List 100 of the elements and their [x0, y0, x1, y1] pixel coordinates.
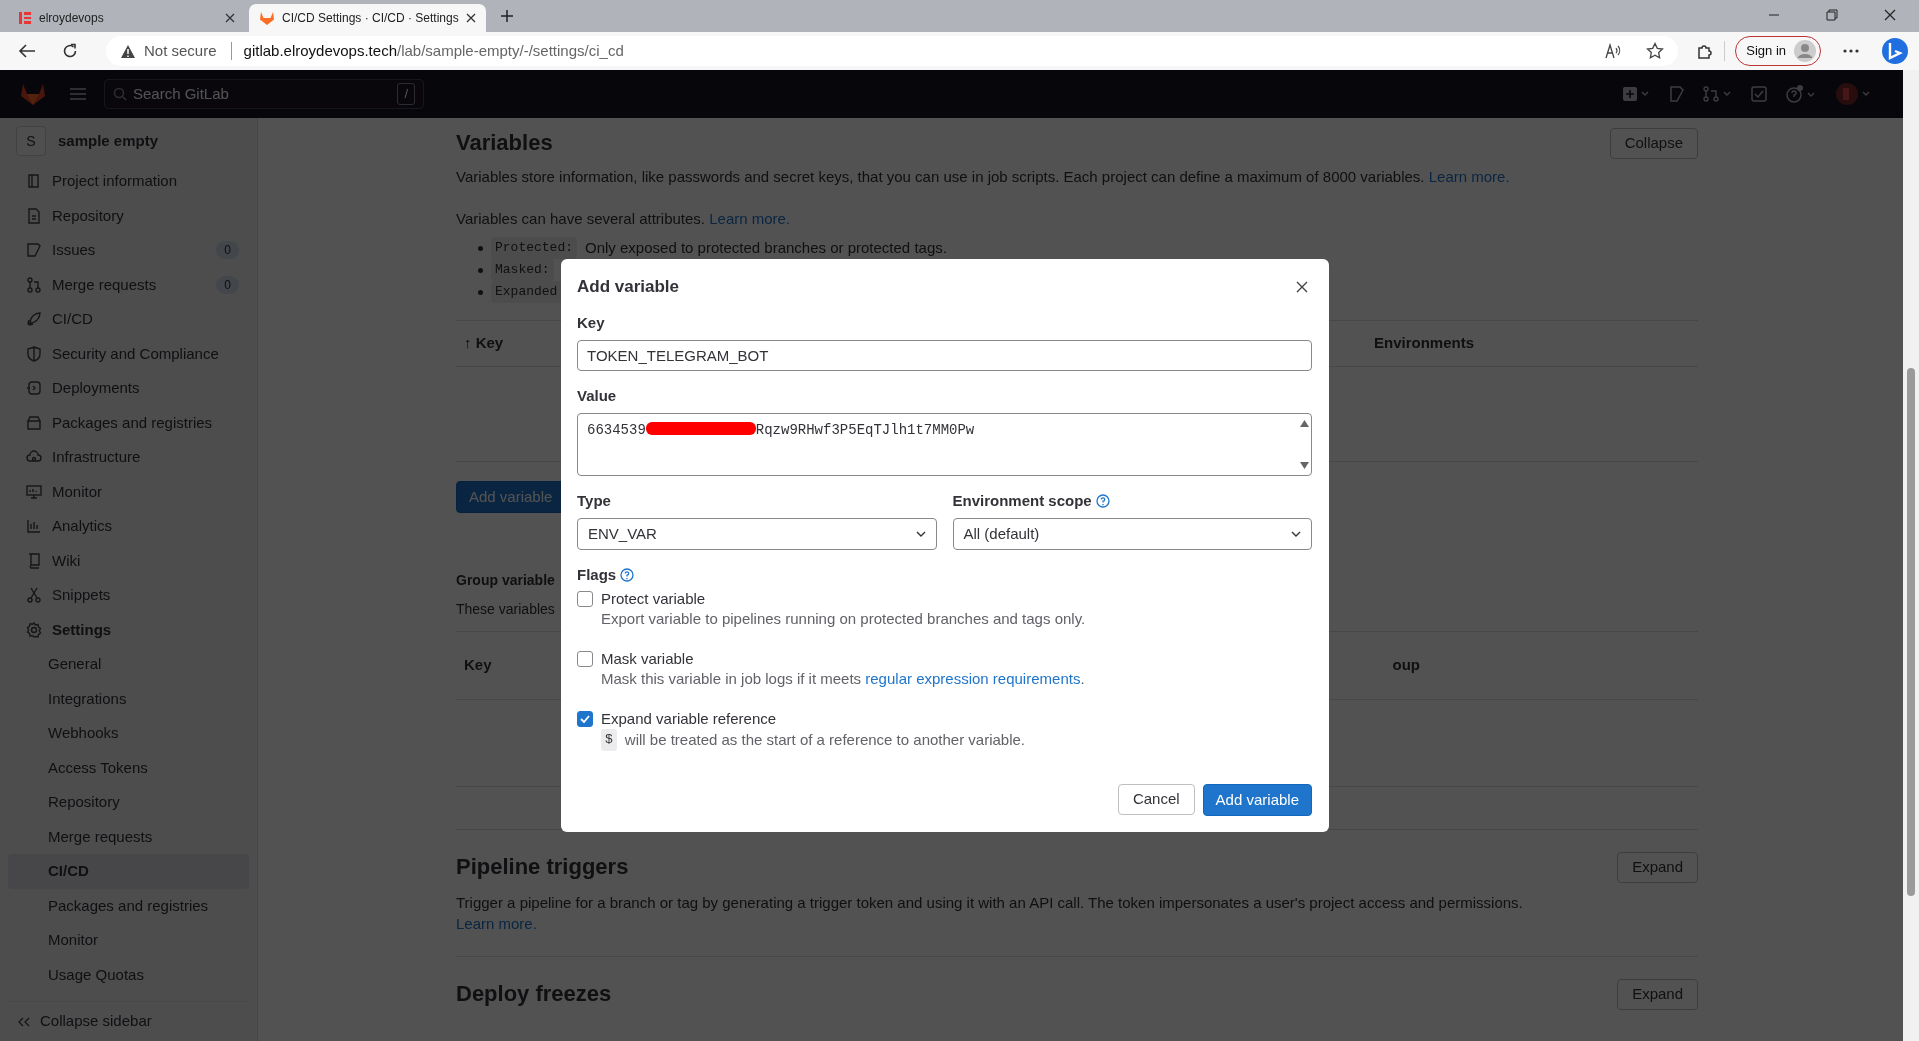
sidebar-item[interactable]: Deployments: [8, 371, 249, 406]
close-icon[interactable]: [1296, 281, 1308, 293]
type-select[interactable]: ENV_VAR: [577, 518, 937, 550]
sidebar-item[interactable]: Analytics: [8, 509, 249, 544]
expand-button[interactable]: Expand: [1617, 851, 1698, 883]
book-icon: [26, 552, 42, 569]
sidebar-item[interactable]: Snippets: [8, 578, 249, 613]
plus-icon[interactable]: [500, 9, 514, 23]
sidebar-item[interactable]: Repository: [8, 198, 249, 233]
book-icon: [26, 173, 42, 190]
more-icon[interactable]: [1843, 49, 1859, 53]
checkbox[interactable]: [577, 591, 593, 607]
help-icon[interactable]: [620, 568, 635, 582]
attribute-text: Only exposed to protected branches or protected tags.: [585, 237, 947, 258]
sidebar-item[interactable]: Project information: [8, 164, 249, 199]
description-text: Variables store information, like passwords and secret keys, that you can use in job scripts. Each project can define a maximum of 8000 variables. Learn more.: [456, 167, 1511, 187]
url-field[interactable]: Not secure gitlab.elroydevops.tech/lab/sample-empty/-/settings/ci_cd: [106, 36, 1679, 66]
sidebar-subitem[interactable]: Packages and registries: [8, 888, 249, 923]
checkbox[interactable]: [577, 651, 593, 667]
checkbox-label[interactable]: Expand variable reference: [601, 709, 1026, 729]
shortcut-key: /: [397, 83, 415, 105]
bullet-icon: [478, 289, 483, 295]
sidebar-item[interactable]: Wiki: [8, 543, 249, 578]
sidebar-item[interactable]: Infrastructure: [8, 440, 249, 475]
sidebar-subitem[interactable]: Access Tokens: [8, 750, 249, 785]
read-aloud-icon[interactable]: [1604, 43, 1623, 59]
sidebar-subitem[interactable]: Webhooks: [8, 716, 249, 751]
sidebar-subitem[interactable]: Merge requests: [8, 819, 249, 854]
fox-logo-icon: [259, 10, 275, 26]
search-field[interactable]: Search GitLab /: [104, 79, 424, 109]
sidebar-item[interactable]: Monitor: [8, 474, 249, 509]
sidebar-subitem[interactable]: Usage Quotas: [8, 957, 249, 992]
cancel-button[interactable]: Cancel: [1117, 784, 1195, 815]
scroll-up-icon[interactable]: [1300, 420, 1309, 427]
learn-more-link[interactable]: Learn more.: [1428, 168, 1510, 185]
check-icon: [580, 715, 590, 723]
sidebar-item[interactable]: Packages and registries: [8, 405, 249, 440]
tab-title: elroydevops: [39, 10, 105, 27]
close-icon[interactable]: [225, 13, 235, 23]
restore-icon[interactable]: [1826, 9, 1838, 21]
document-icon: [26, 207, 42, 224]
column-header: Environments: [1373, 333, 1474, 354]
sidebar-item[interactable]: Settings: [8, 612, 249, 647]
chevron-down-icon: [1291, 531, 1301, 537]
browser-tab[interactable]: CI/CD Settings · CI/CD · Settings: [249, 4, 486, 32]
sidebar-subitem[interactable]: Monitor: [8, 923, 249, 958]
expand-button[interactable]: Expand: [1617, 978, 1698, 1010]
project-avatar: S: [16, 126, 46, 156]
sidebar-subitem[interactable]: General: [8, 647, 249, 682]
field-label: Value: [577, 386, 618, 406]
checkbox-label[interactable]: Mask variable: [601, 649, 1085, 669]
key-field[interactable]: TOKEN_TELEGRAM_BOT: [577, 340, 1312, 371]
help-icon[interactable]: [1095, 494, 1110, 508]
subsection-title: Group variable: [456, 571, 555, 590]
puzzle-icon[interactable]: [1696, 42, 1715, 60]
sidebar-item[interactable]: CI/CD: [8, 302, 249, 337]
reload-icon[interactable]: [62, 43, 78, 59]
column-header: Key: [464, 655, 492, 676]
sidebar-item[interactable]: Merge requests 0: [8, 267, 249, 302]
scope-select[interactable]: All (default): [952, 518, 1312, 550]
star-icon[interactable]: [1646, 42, 1665, 60]
value-field[interactable]: 6634539 Rqzw9RHwf3P5EqTJlh1t7MM0Pw: [577, 413, 1312, 476]
search-icon: [113, 87, 127, 101]
back-arrow-icon[interactable]: [18, 43, 36, 59]
sidebar-subitem[interactable]: Integrations: [8, 681, 249, 716]
learn-more-link[interactable]: Learn more.: [709, 210, 791, 227]
modal-title: Add variable: [577, 276, 680, 299]
field-value: 6634539: [587, 421, 646, 440]
checklist-icon[interactable]: [1751, 86, 1767, 102]
close-icon[interactable]: [466, 13, 476, 23]
add-variable-button[interactable]: Add variable: [1202, 784, 1312, 816]
search-placeholder: Search GitLab: [133, 83, 229, 104]
description-text: Trigger a pipeline for a branch or tag by generating a trigger token and using it with an API call. The token impersonates a user's project access and permissions. Learn more.: [456, 893, 1524, 934]
help-text: Mask this variable in job logs if it meets regular expression requirements.: [601, 669, 1085, 689]
checkbox[interactable]: [577, 711, 593, 727]
help-text: will be treated as the start of a reference to another variable.: [624, 729, 1026, 750]
column-header: oup: [1392, 655, 1420, 676]
column-header[interactable]: ↑ Key: [464, 332, 504, 355]
chat-logo-icon[interactable]: [1881, 37, 1909, 65]
sidebar-subitem[interactable]: Repository: [8, 785, 249, 820]
learn-more-link[interactable]: Learn more.: [456, 915, 537, 932]
scrollbar[interactable]: [1903, 70, 1919, 1041]
sidebar-item[interactable]: Issues 0: [8, 233, 249, 268]
requirements-link[interactable]: regular expression requirements: [865, 670, 1081, 687]
scroll-down-icon[interactable]: [1300, 462, 1309, 469]
chevron-down-icon: [915, 531, 926, 537]
checkbox-label[interactable]: Protect variable: [601, 589, 1086, 609]
note-icon: [26, 242, 42, 259]
url-text: gitlab.elroydevops.tech/lab/sample-empty/-/settings/ci_cd: [243, 40, 624, 61]
collapse-button[interactable]: Collapse: [1609, 127, 1698, 159]
browser-tab[interactable]: elroydevops: [8, 4, 245, 32]
monitor-icon: [26, 483, 42, 500]
field-label: Type: [577, 491, 611, 511]
package-icon: [26, 414, 42, 431]
gear-icon: [26, 621, 42, 638]
section-title: Deploy freezes: [456, 980, 612, 1008]
project-name[interactable]: sample empty: [58, 129, 159, 153]
collapse-sidebar-link[interactable]: Collapse sidebar: [8, 1001, 249, 1041]
sidebar-item[interactable]: Security and Compliance: [8, 336, 249, 371]
close-icon[interactable]: [1884, 9, 1896, 21]
